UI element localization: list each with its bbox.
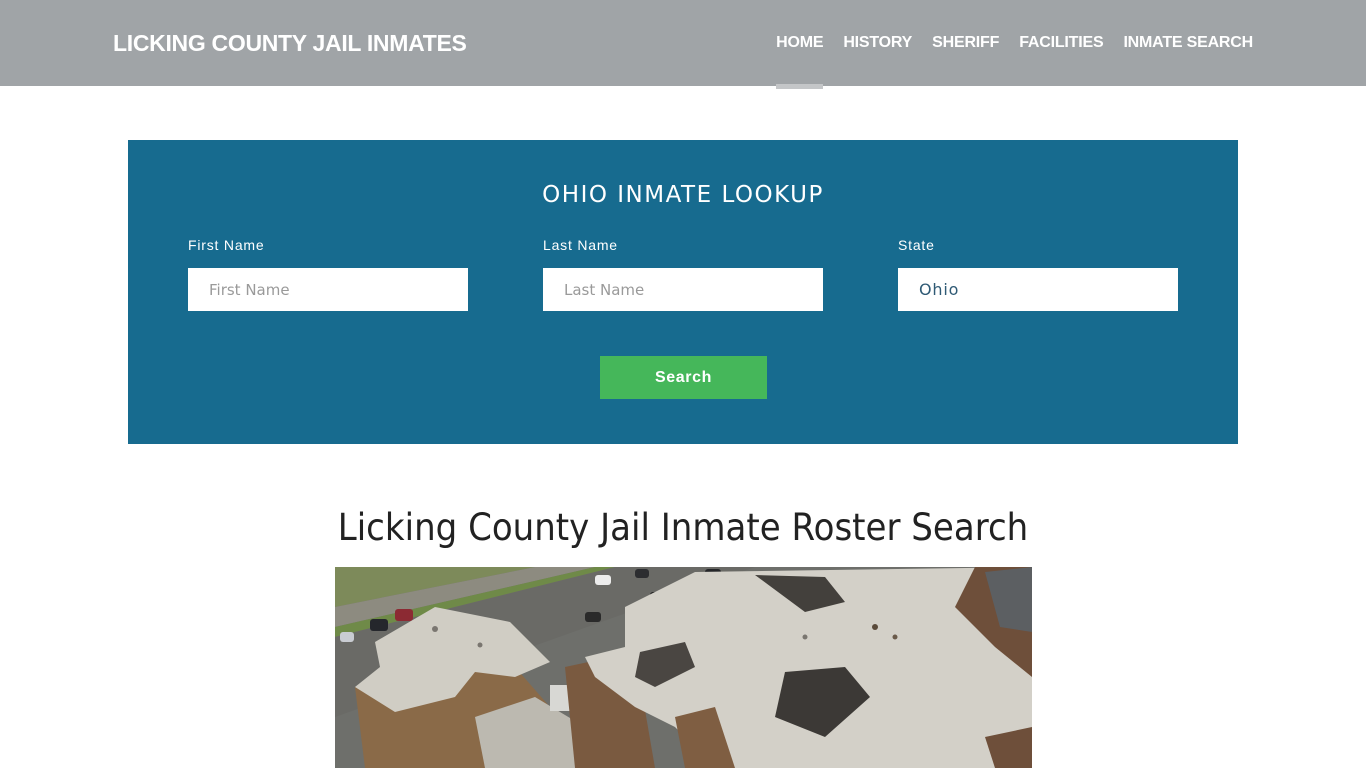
nav-item-home[interactable]: HOME	[776, 0, 824, 89]
page-title: Licking County Jail Inmate Roster Search	[337, 506, 1029, 549]
nav-item-inmate-search[interactable]: INMATE SEARCH	[1123, 0, 1253, 86]
top-navbar: LICKING COUNTY JAIL INMATES HOME HISTORY…	[0, 0, 1366, 89]
jail-aerial-photo	[335, 567, 1032, 768]
first-name-input[interactable]	[188, 268, 468, 311]
nav-item-facilities[interactable]: FACILITIES	[1019, 0, 1103, 86]
site-brand[interactable]: LICKING COUNTY JAIL INMATES	[113, 30, 467, 57]
lookup-title: OHIO INMATE LOOKUP	[542, 182, 824, 208]
first-name-field: First Name	[188, 237, 468, 311]
state-select[interactable]: Ohio	[898, 268, 1178, 311]
last-name-label: Last Name	[543, 237, 618, 253]
first-name-label: First Name	[188, 237, 265, 253]
nav-item-sheriff[interactable]: SHERIFF	[932, 0, 999, 86]
last-name-field: Last Name	[543, 237, 823, 311]
main-nav: HOME HISTORY SHERIFF FACILITIES INMATE S…	[756, 0, 1253, 89]
inmate-lookup-panel: OHIO INMATE LOOKUP First Name Last Name …	[128, 140, 1238, 444]
nav-item-history[interactable]: HISTORY	[843, 0, 912, 86]
last-name-input[interactable]	[543, 268, 823, 311]
jail-aerial-image	[335, 567, 1032, 768]
state-label: State	[898, 237, 935, 253]
state-field: State Ohio	[898, 237, 1178, 311]
search-button[interactable]: Search	[600, 356, 767, 399]
